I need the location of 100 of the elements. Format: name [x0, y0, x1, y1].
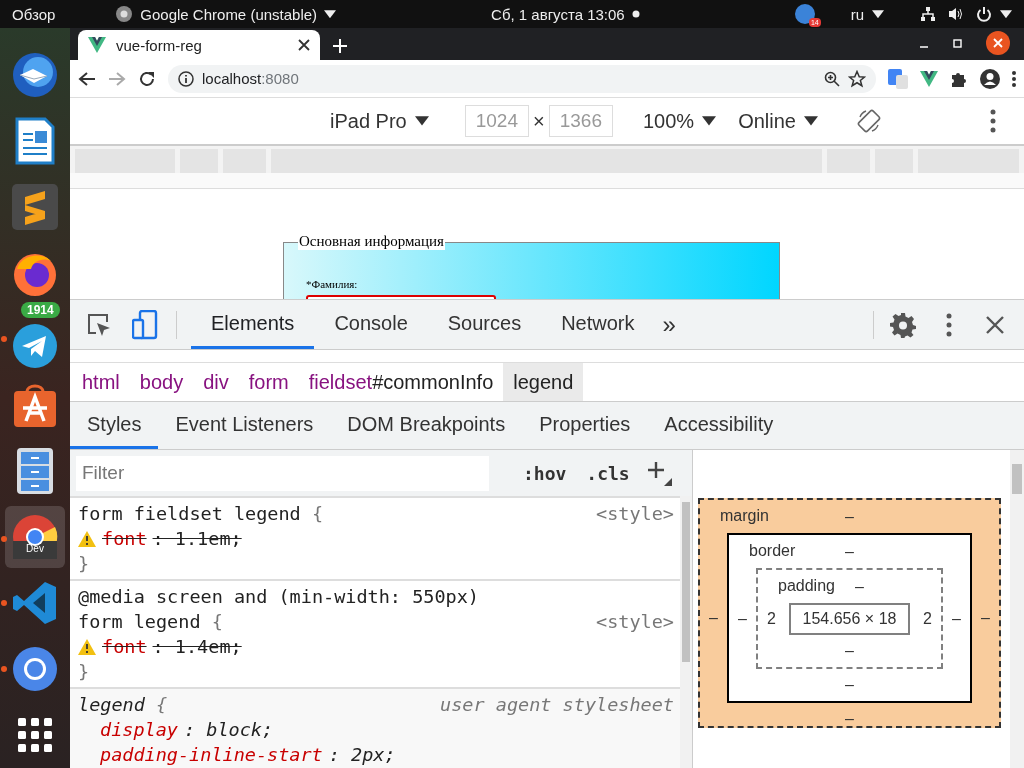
top-value[interactable]: –: [855, 577, 864, 596]
class-toggle[interactable]: .cls: [582, 462, 634, 484]
declaration[interactable]: font : 1.4em;: [102, 634, 242, 659]
declaration[interactable]: display : block;: [100, 717, 274, 742]
pane-tab[interactable]: Event Listeners: [158, 402, 331, 449]
dot-icon: [631, 10, 640, 18]
app-icon: [115, 5, 134, 23]
logo-icon[interactable]: [920, 70, 938, 87]
menu-icon[interactable]: [1012, 70, 1016, 87]
content-size[interactable]: 154.656 × 18: [788, 603, 911, 635]
files-icon[interactable]: [15, 447, 55, 495]
device-icon[interactable]: [132, 309, 158, 340]
network-select[interactable]: Online: [738, 109, 796, 133]
selector[interactable]: form legend: [78, 609, 201, 634]
info-icon[interactable]: [178, 70, 194, 87]
box-label: margin: [720, 507, 769, 525]
box-label: border: [749, 542, 796, 560]
wheel-icon[interactable]: [11, 513, 59, 561]
menu-icon[interactable]: [946, 312, 952, 337]
network-icon[interactable]: [920, 6, 936, 22]
caret-icon: [414, 116, 429, 126]
zoom-select[interactable]: 100%: [642, 109, 695, 133]
brace: }: [78, 552, 91, 576]
inspect-icon[interactable]: [86, 311, 112, 338]
plus-icon[interactable]: [332, 38, 348, 54]
url: localhost:8080: [202, 70, 299, 87]
more-tabs-button[interactable]: »: [654, 310, 684, 339]
star-icon[interactable]: [848, 69, 866, 88]
selector[interactable]: legend: [78, 692, 145, 717]
brace: {: [311, 502, 324, 526]
pane-tab[interactable]: Accessibility: [647, 402, 791, 449]
field-label: *Фамилия:: [306, 278, 358, 290]
translate-icon[interactable]: [888, 68, 908, 89]
hover-toggle[interactable]: :hov: [519, 462, 571, 484]
bottom-value[interactable]: –: [845, 642, 854, 660]
settings-icon[interactable]: [890, 311, 916, 338]
right-value[interactable]: –: [952, 609, 961, 628]
app-menu[interactable]: Google Chrome (unstable): [140, 5, 318, 23]
caret-icon: [324, 9, 337, 19]
breadcrumb[interactable]: form: [238, 363, 299, 401]
panel-tab[interactable]: Network: [541, 300, 655, 349]
zoom-icon[interactable]: [824, 70, 840, 87]
profile-icon[interactable]: [980, 68, 1000, 89]
pane-tab[interactable]: Properties: [522, 402, 648, 449]
right-value[interactable]: 2: [923, 610, 932, 628]
rotate-icon[interactable]: [855, 108, 882, 134]
brace: {: [211, 610, 223, 634]
rule-source: user agent stylesheet: [440, 693, 674, 717]
clock[interactable]: Сб, 1 августа 13:06: [491, 5, 625, 23]
reload-icon[interactable]: [138, 69, 156, 88]
editor-icon[interactable]: [11, 183, 59, 231]
restore-icon[interactable]: [952, 37, 964, 49]
browser-tab[interactable]: vue-form-reg: [78, 30, 320, 60]
add-rule-icon[interactable]: [645, 460, 672, 486]
power-icon[interactable]: [976, 6, 992, 22]
close-icon[interactable]: [986, 315, 1004, 334]
apps-grid-icon[interactable]: [18, 718, 52, 752]
activities-button[interactable]: Обзор: [12, 5, 56, 23]
panel-tab[interactable]: Sources: [427, 300, 542, 349]
declaration[interactable]: padding-inline-start : 2px;: [100, 742, 396, 767]
left-value[interactable]: 2: [767, 610, 776, 628]
panel-tab[interactable]: Console: [314, 300, 428, 349]
scrollbar[interactable]: [1010, 450, 1024, 768]
caret-icon: [872, 9, 884, 19]
breadcrumb[interactable]: legend: [503, 363, 584, 401]
media-query: @media screen and (min-width: 550px): [78, 585, 480, 609]
volume-icon[interactable]: [948, 6, 964, 22]
rule-source[interactable]: <style>: [596, 501, 674, 526]
bottom-value[interactable]: –: [845, 676, 854, 694]
declaration[interactable]: font : 1.1em;: [102, 526, 242, 551]
pane-tab[interactable]: DOM Breakpoints: [330, 402, 523, 449]
left-value[interactable]: –: [738, 609, 747, 628]
messenger-icon[interactable]: [11, 322, 59, 370]
device-select[interactable]: iPad Pro: [330, 109, 407, 133]
browser-icon[interactable]: [11, 645, 59, 693]
breadcrumb[interactable]: fieldset#commonInfo: [298, 363, 504, 401]
right-value[interactable]: –: [981, 609, 990, 627]
filter-field[interactable]: Filter: [76, 455, 489, 491]
top-value[interactable]: –: [845, 507, 854, 526]
breadcrumb[interactable]: html: [72, 363, 130, 401]
address-bar[interactable]: localhost:8080: [168, 64, 876, 93]
selector[interactable]: form fieldset legend: [78, 501, 301, 526]
language-menu[interactable]: ru: [850, 5, 864, 23]
top-value[interactable]: –: [845, 542, 854, 561]
store-icon[interactable]: [12, 382, 58, 428]
document-icon[interactable]: [13, 117, 57, 165]
breadcrumb[interactable]: body: [129, 363, 194, 401]
close-icon[interactable]: [298, 39, 310, 51]
logo-icon: [88, 37, 106, 53]
close-icon[interactable]: [986, 31, 1010, 55]
caret-icon: [1000, 9, 1012, 19]
scrollbar[interactable]: [680, 496, 692, 768]
back-icon[interactable]: [78, 70, 96, 87]
left-value[interactable]: –: [709, 609, 718, 627]
code-icon[interactable]: [12, 580, 58, 626]
mail-icon[interactable]: [11, 51, 59, 99]
breadcrumb[interactable]: div: [193, 363, 239, 401]
bottom-value[interactable]: –: [845, 710, 854, 728]
rule-source[interactable]: <style>: [596, 609, 674, 634]
menu-icon[interactable]: [990, 109, 996, 133]
